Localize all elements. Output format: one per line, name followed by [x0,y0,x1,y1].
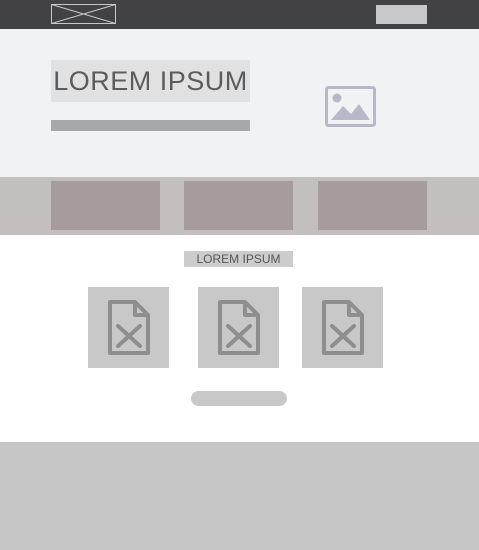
footer [0,442,479,550]
file-tile[interactable] [302,287,383,368]
hero-title: LOREM IPSUM [51,60,250,102]
file-tile[interactable] [198,287,279,368]
image-icon [325,86,376,127]
feature-card[interactable] [318,181,427,230]
feature-card[interactable] [51,181,160,230]
broken-file-icon [322,300,364,355]
hero-text-placeholder [51,120,250,131]
broken-file-icon [108,300,150,355]
broken-file-icon [218,300,260,355]
feature-strip [0,177,479,235]
hero-section: LOREM IPSUM [0,29,479,177]
top-bar [0,0,479,29]
section-label: LOREM IPSUM [184,251,293,267]
feature-card[interactable] [184,181,293,230]
logo-placeholder-icon[interactable] [51,4,116,24]
file-tile[interactable] [88,287,169,368]
header-action-button[interactable] [376,5,427,24]
load-more-button[interactable] [191,391,287,406]
